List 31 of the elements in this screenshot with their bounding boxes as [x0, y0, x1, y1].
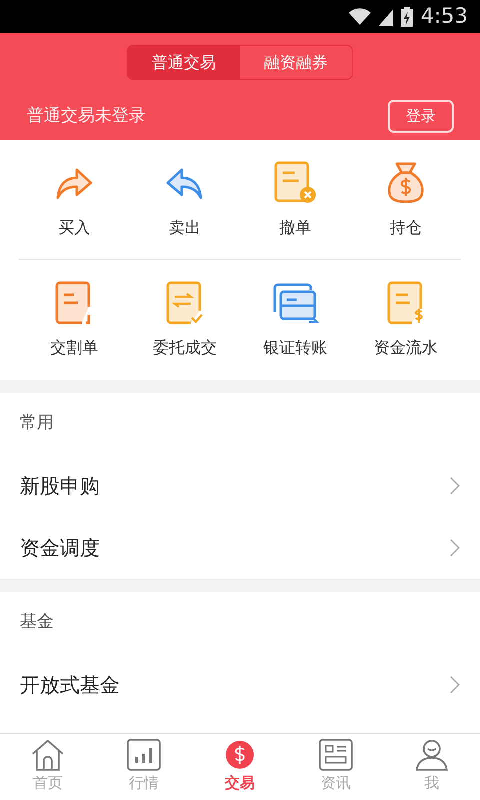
action-button[interactable]: 银证转账	[240, 260, 350, 380]
action-button[interactable]: 交割单	[19, 260, 130, 380]
action-button[interactable]: 委托成交	[130, 260, 240, 380]
menu-item[interactable]: 资金调度	[0, 517, 480, 579]
battery-icon	[400, 6, 413, 26]
wifi-icon	[348, 8, 371, 26]
signal-icon	[378, 8, 393, 26]
user-icon	[415, 739, 449, 772]
action-button[interactable]: 资金流水	[350, 260, 461, 380]
chevron-right-icon	[450, 676, 460, 694]
login-button[interactable]: 登录	[388, 100, 454, 133]
section-title: 基金	[20, 611, 54, 634]
newspaper-icon	[319, 739, 353, 772]
bar-chart-icon	[127, 739, 161, 772]
dollar-circle-icon	[223, 739, 257, 772]
nav-tab[interactable]: 交易	[192, 734, 288, 800]
home-icon	[31, 739, 65, 772]
clock-time: 4:53	[420, 2, 468, 30]
chevron-right-icon	[450, 477, 460, 495]
segment-tab[interactable]: 普通交易	[128, 46, 240, 79]
chevron-right-icon	[450, 539, 460, 557]
action-button[interactable]: 卖出	[130, 140, 240, 259]
action-button[interactable]: 买入	[19, 140, 130, 259]
menu-item[interactable]: 开放式基金	[0, 654, 480, 716]
action-button[interactable]: 撤单	[240, 140, 350, 259]
document-cancel-icon	[272, 160, 318, 204]
section-title: 常用	[20, 412, 54, 436]
action-button[interactable]: 持仓	[350, 140, 461, 259]
bank-cards-icon	[271, 282, 320, 324]
menu-item[interactable]: 新股申购	[0, 455, 480, 517]
login-status: 普通交易未登录	[27, 104, 146, 128]
